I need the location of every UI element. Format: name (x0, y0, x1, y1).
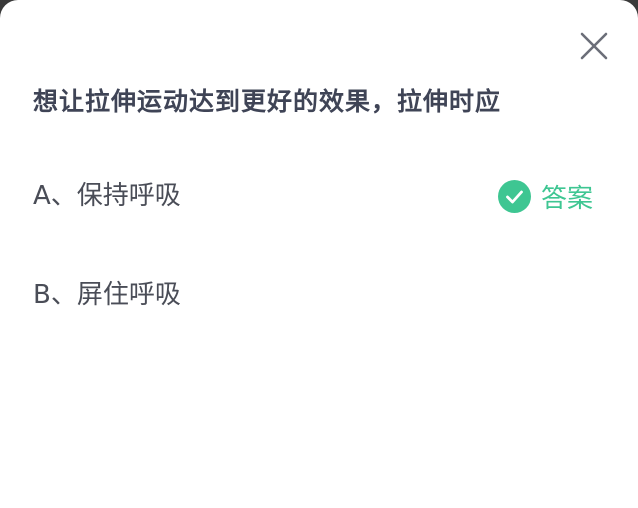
question-text: 想让拉伸运动达到更好的效果，拉伸时应 (33, 87, 502, 116)
quiz-card: 想让拉伸运动达到更好的效果，拉伸时应 A、保持呼吸 答案 B、屏住呼吸 (0, 0, 638, 508)
option-a[interactable]: A、保持呼吸 答案 (33, 176, 603, 216)
option-b[interactable]: B、屏住呼吸 (33, 275, 603, 315)
option-label: A、保持呼吸 (33, 181, 181, 211)
option-label: B、屏住呼吸 (33, 280, 181, 310)
close-icon (580, 32, 608, 60)
answer-badge: 答案 (498, 177, 593, 215)
close-button[interactable] (578, 30, 610, 62)
check-circle-icon (498, 179, 531, 213)
answer-label: 答案 (541, 183, 594, 214)
